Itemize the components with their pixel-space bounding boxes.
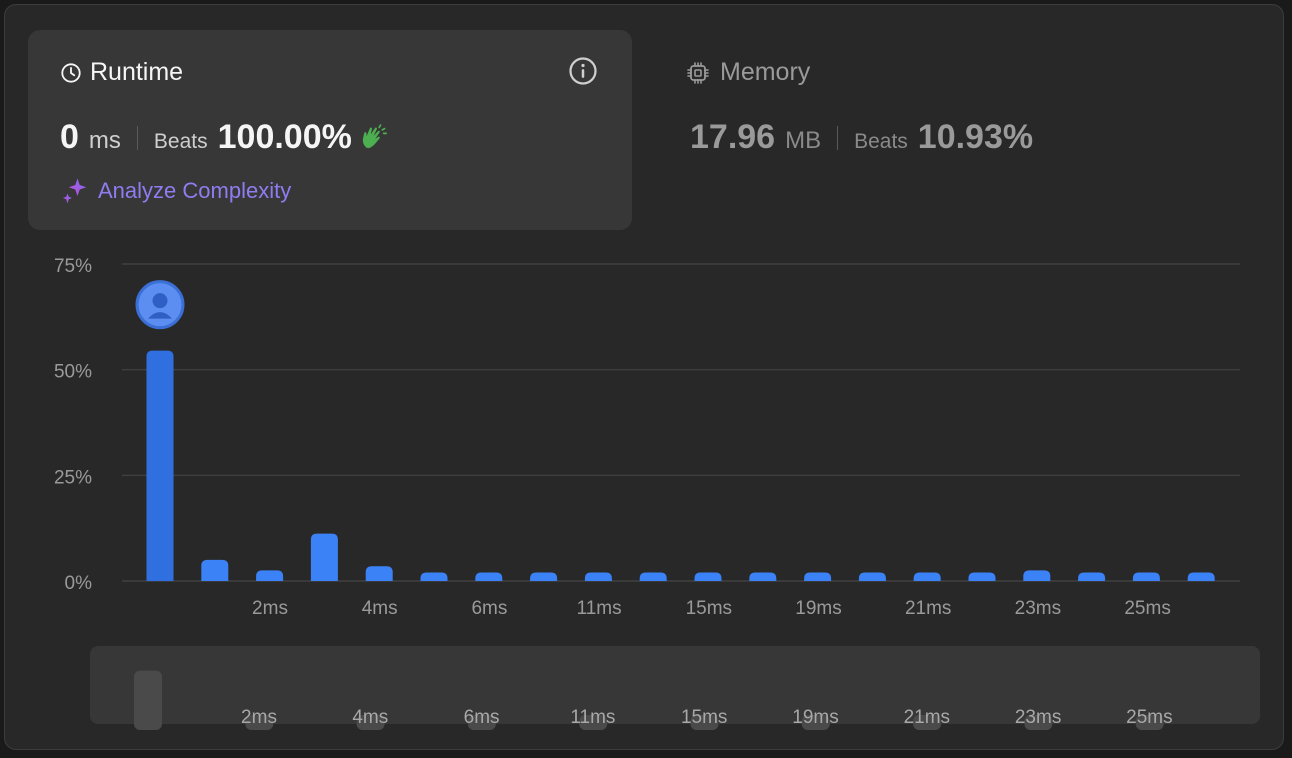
chart-bar[interactable] [256,570,284,581]
chart-bar[interactable] [639,572,667,581]
x-tick-label: 25ms [1124,598,1170,619]
overview-tick-label: 21ms [904,707,950,728]
chart-bar[interactable] [1187,572,1215,581]
x-tick-label: 2ms [252,598,288,619]
y-tick-label: 75% [54,256,92,277]
chart-bar[interactable] [1078,572,1106,581]
overview-tick-label: 15ms [681,707,727,728]
x-tick-label: 23ms [1015,598,1061,619]
overview-tick-label: 2ms [241,707,277,728]
chart-bar[interactable] [1132,572,1160,581]
overview-bar [134,670,162,730]
chart-bar[interactable] [475,572,503,581]
y-tick-label: 0% [65,573,93,594]
chart-bar[interactable] [913,572,941,581]
chart-bar[interactable] [310,533,338,581]
x-tick-label: 19ms [795,598,841,619]
x-tick-label: 6ms [471,598,507,619]
chart-bar[interactable] [530,572,558,581]
overview-tick-label: 23ms [1015,707,1061,728]
x-tick-label: 21ms [905,598,951,619]
overview-tick-label: 25ms [1126,707,1172,728]
chart-bar[interactable] [694,572,722,581]
x-tick-label: 11ms [577,598,622,619]
chart-bar[interactable] [584,572,612,581]
overview-tick-label: 6ms [464,707,500,728]
runtime-distribution-chart[interactable]: 0% 25% 50% 75% 2ms 4ms 6ms 11ms 15ms 19ms 21ms 23ms… [0,0,1292,758]
chart-bar[interactable] [365,566,393,581]
overview-tick-label: 19ms [792,707,838,728]
y-tick-label: 25% [54,467,92,488]
chart-bar[interactable] [1023,570,1051,581]
avatar-head [152,293,168,309]
chart-bar[interactable] [858,572,886,581]
y-tick-label: 50% [54,362,92,383]
overview-tick-label: 4ms [352,707,388,728]
x-tick-label: 4ms [362,598,398,619]
chart-bar[interactable] [968,572,996,581]
chart-bar[interactable] [420,572,448,581]
chart-bar[interactable] [749,572,777,581]
overview-tick-label: 11ms [570,707,615,728]
chart-bar[interactable] [201,559,229,581]
chart-bar[interactable] [146,350,174,581]
x-tick-label: 15ms [686,598,732,619]
chart-bar[interactable] [804,572,832,581]
